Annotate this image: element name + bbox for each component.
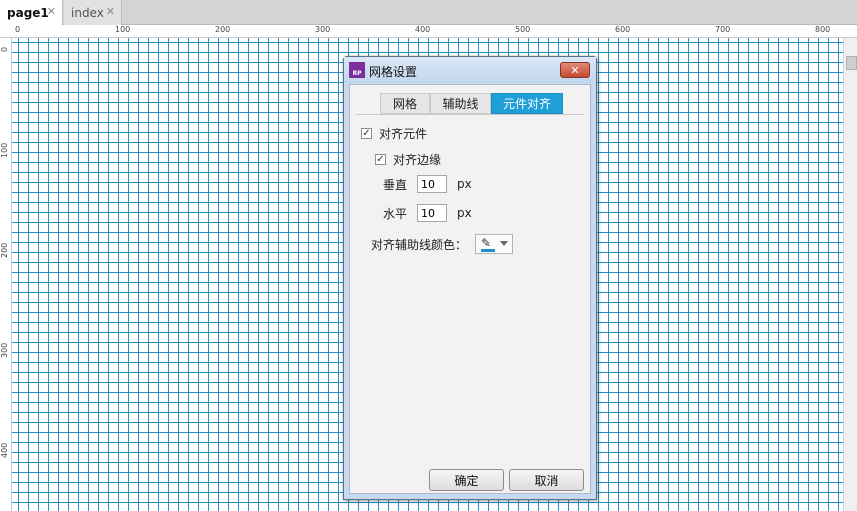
scrollbar-thumb[interactable]: [846, 56, 857, 70]
dialog-title: 网格设置: [369, 65, 418, 79]
guide-color-label: 对齐辅助线颜色：: [371, 237, 468, 252]
ruler-label: 200: [0, 242, 9, 258]
dialog-titlebar[interactable]: RP 网格设置 ✕: [344, 57, 596, 83]
tab-snap-to-widget[interactable]: 元件对齐: [491, 93, 563, 114]
pen-icon: ✎: [481, 236, 492, 250]
vertical-ruler: 0 100 200 300 400: [0, 38, 12, 511]
chevron-down-icon: [500, 241, 509, 246]
close-button[interactable]: ✕: [560, 62, 590, 78]
close-icon[interactable]: ✕: [47, 5, 56, 18]
dialog-body: 网格 辅助线 元件对齐 ✓ 对齐元件 ✓ 对齐边缘 垂直 px 水平 px 对齐…: [349, 84, 591, 494]
snap-edges-row: ✓ 对齐边缘: [375, 151, 441, 168]
ruler-label: 0: [15, 25, 21, 34]
ruler-label: 800: [815, 25, 831, 34]
snap-widgets-label: 对齐元件: [379, 127, 428, 141]
app-logo-icon: RP: [349, 62, 365, 78]
snap-widgets-checkbox[interactable]: ✓: [361, 128, 372, 139]
ruler-label: 400: [0, 442, 9, 458]
ruler-label: 100: [115, 25, 131, 34]
ruler-label: 300: [0, 342, 9, 358]
tab-guides[interactable]: 辅助线: [430, 93, 491, 114]
tab-label: index: [71, 5, 104, 20]
ruler-label: 500: [515, 25, 531, 34]
snap-edges-checkbox[interactable]: ✓: [375, 154, 386, 165]
vertical-row: 垂直 px: [383, 175, 472, 193]
close-icon[interactable]: ✕: [106, 5, 115, 18]
color-swatch: [481, 249, 496, 252]
tab-page1[interactable]: page1 ✕: [0, 0, 63, 25]
snap-edges-label: 对齐边缘: [393, 153, 442, 167]
ok-button[interactable]: 确定: [429, 469, 504, 491]
horizontal-unit: px: [457, 206, 472, 220]
vertical-input[interactable]: [417, 175, 448, 193]
vertical-label: 垂直: [383, 177, 408, 192]
guide-color-picker[interactable]: ✎: [475, 234, 514, 254]
guide-color-row: 对齐辅助线颜色： ✎: [371, 234, 514, 254]
horizontal-row: 水平 px: [383, 204, 472, 222]
ruler-label: 700: [715, 25, 731, 34]
grid-settings-dialog: RP 网格设置 ✕ 网格 辅助线 元件对齐 ✓ 对齐元件 ✓ 对齐边缘 垂直 p…: [343, 56, 597, 500]
ruler-label: 400: [415, 25, 431, 34]
tab-index[interactable]: index ✕: [64, 0, 122, 25]
vertical-unit: px: [457, 177, 472, 191]
page-tab-bar: page1 ✕ index ✕: [0, 0, 857, 25]
tab-divider: [356, 114, 584, 115]
ruler-label: 0: [0, 46, 9, 52]
ruler-label: 100: [0, 142, 9, 158]
ruler-label: 200: [215, 25, 231, 34]
horizontal-ruler: 0 100 200 300 400 500 600 700 800: [0, 25, 857, 38]
ruler-label: 600: [615, 25, 631, 34]
snap-widgets-row: ✓ 对齐元件: [361, 125, 427, 142]
cancel-button[interactable]: 取消: [509, 469, 584, 491]
tab-label: page1: [7, 5, 49, 20]
horizontal-label: 水平: [383, 206, 408, 221]
vertical-scrollbar[interactable]: [843, 38, 857, 511]
tab-grid[interactable]: 网格: [380, 93, 430, 114]
horizontal-input[interactable]: [417, 204, 448, 222]
ruler-label: 300: [315, 25, 331, 34]
